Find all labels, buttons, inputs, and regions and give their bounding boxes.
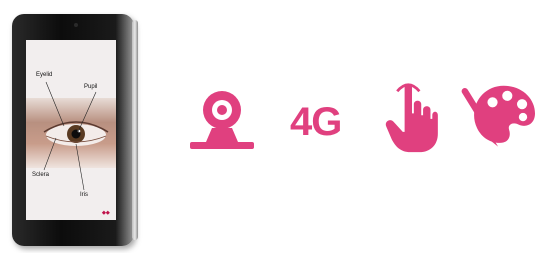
label-eyelid: Eyelid xyxy=(36,72,53,78)
webcam-icon xyxy=(190,91,254,149)
4g-icon: 4G xyxy=(290,100,342,144)
label-iris: Iris xyxy=(80,192,88,198)
label-sclera: Sclera xyxy=(32,172,50,178)
tablet-screen: Eyelid Pupil Sclera Iris ◆◆ xyxy=(26,40,116,220)
eye-illustration xyxy=(43,81,109,191)
touch-hand-icon xyxy=(385,83,438,153)
front-camera xyxy=(74,23,78,27)
brand-logo: ◆◆ xyxy=(102,210,110,216)
tablet-side-edge xyxy=(132,20,138,240)
label-pupil: Pupil xyxy=(84,84,98,90)
paint-palette-icon xyxy=(461,85,535,147)
tablet-device: Eyelid Pupil Sclera Iris ◆◆ xyxy=(12,14,138,246)
